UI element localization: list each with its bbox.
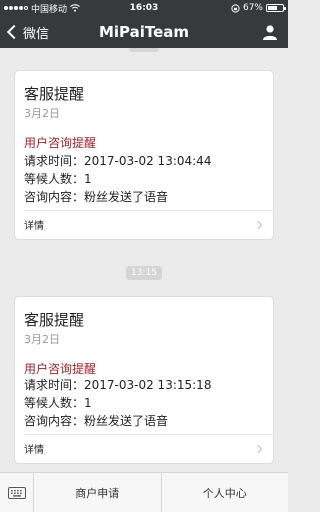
queue-count-line: 等候人数：1 bbox=[24, 172, 92, 186]
detail-link[interactable]: 详情 bbox=[24, 441, 44, 456]
signal-strength-icon bbox=[4, 6, 28, 10]
status-right: 67% bbox=[231, 3, 286, 13]
battery-fill bbox=[268, 6, 278, 10]
chevron-right-icon bbox=[253, 444, 263, 454]
bottom-menu: 商户申请 个人中心 bbox=[0, 472, 288, 512]
card-divider bbox=[24, 210, 273, 211]
back-label: 微信 bbox=[23, 26, 50, 42]
card-title: 客服提醒 bbox=[24, 311, 85, 329]
request-time-line: 请求时间：2017-03-02 13:04:44 bbox=[24, 154, 212, 168]
battery-icon bbox=[266, 4, 286, 12]
page-title: MiPaiTeam bbox=[98, 23, 190, 41]
inquiry-content-line: 咨询内容：粉丝发送了语音 bbox=[24, 190, 169, 204]
status-left: 中国移动 bbox=[4, 2, 80, 15]
message-list[interactable]: 客服提醒 3月2日 用户咨询提醒 请求时间：2017-03-02 13:04:4… bbox=[0, 48, 288, 472]
nav-bar: 微信 MiPaiTeam bbox=[0, 16, 288, 48]
message-card[interactable]: 客服提醒 3月2日 用户咨询提醒 请求时间：2017-03-02 13:15:1… bbox=[14, 296, 274, 464]
battery-percent: 67% bbox=[242, 3, 263, 13]
detail-link[interactable]: 详情 bbox=[24, 217, 44, 232]
user-profile-icon[interactable] bbox=[262, 24, 278, 40]
inquiry-content-line: 咨询内容：粉丝发送了语音 bbox=[24, 414, 169, 428]
chevron-right-icon bbox=[253, 220, 263, 230]
card-date: 3月2日 bbox=[24, 107, 60, 120]
chevron-left-icon bbox=[6, 24, 22, 40]
rotation-lock-icon bbox=[231, 3, 240, 13]
message-card[interactable]: 客服提醒 3月2日 用户咨询提醒 请求时间：2017-03-02 13:04:4… bbox=[14, 70, 274, 240]
card-divider bbox=[24, 434, 273, 435]
carrier-label: 中国移动 bbox=[31, 4, 68, 15]
card-date: 3月2日 bbox=[24, 333, 60, 346]
request-time-line: 请求时间：2017-03-02 13:15:18 bbox=[24, 378, 212, 392]
status-bar: 中国移动 16:03 67% bbox=[0, 0, 288, 16]
menu-merchant-apply[interactable]: 商户申请 bbox=[34, 473, 161, 512]
card-title: 客服提醒 bbox=[24, 85, 85, 103]
menu-personal-center[interactable]: 个人中心 bbox=[160, 473, 289, 512]
timestamp-chip: 13:15 bbox=[126, 266, 162, 280]
back-button[interactable]: 微信 bbox=[6, 16, 49, 48]
keyboard-toggle-button[interactable] bbox=[0, 473, 34, 512]
queue-count-line: 等候人数：1 bbox=[24, 396, 92, 410]
wifi-icon bbox=[70, 4, 80, 12]
card-alert-title: 用户咨询提醒 bbox=[24, 136, 97, 150]
card-alert-title: 用户咨询提醒 bbox=[24, 362, 97, 376]
keyboard-icon bbox=[7, 487, 26, 499]
time-chip-top bbox=[129, 48, 159, 52]
